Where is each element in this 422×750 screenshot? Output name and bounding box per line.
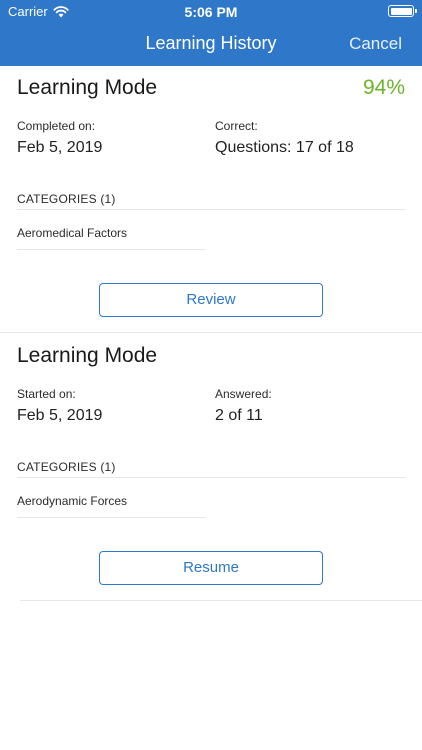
divider: [17, 249, 205, 250]
navigation-bar: Learning History Cancel: [0, 22, 422, 66]
battery-icon: [388, 5, 417, 17]
divider: [17, 517, 205, 518]
categories-header: CATEGORIES (1): [17, 192, 116, 206]
session-mode-title: Learning Mode: [17, 76, 158, 99]
top-bar: Carrier 5:06 PM Learning History Cancel: [0, 0, 422, 66]
score-percentage: 94%: [362, 76, 405, 99]
answered-value: 2 of 11: [215, 407, 263, 424]
status-bar: Carrier 5:06 PM: [0, 0, 422, 22]
divider: [17, 209, 405, 210]
resume-button[interactable]: Resume: [99, 551, 323, 585]
section-divider: [0, 332, 422, 333]
divider: [17, 477, 405, 478]
completed-on-label: Completed on:: [17, 119, 96, 133]
started-on-value: Feb 5, 2019: [17, 407, 103, 424]
cancel-button[interactable]: Cancel: [349, 34, 402, 54]
review-button[interactable]: Review: [99, 283, 323, 317]
section-divider: [20, 600, 422, 601]
session-card-completed: Learning Mode 94% Completed on: Feb 5, 2…: [0, 66, 422, 334]
session-mode-title: Learning Mode: [17, 344, 158, 367]
completed-on-value: Feb 5, 2019: [17, 139, 103, 156]
started-on-label: Started on:: [17, 387, 76, 401]
category-item: Aerodynamic Forces: [17, 494, 128, 508]
answered-label: Answered:: [215, 387, 272, 401]
correct-value: Questions: 17 of 18: [215, 139, 354, 156]
status-time: 5:06 PM: [184, 4, 238, 20]
session-card-in-progress: Learning Mode Started on: Feb 5, 2019 An…: [0, 334, 422, 602]
categories-header: CATEGORIES (1): [17, 460, 116, 474]
correct-label: Correct:: [215, 119, 258, 133]
category-item: Aeromedical Factors: [17, 226, 128, 240]
